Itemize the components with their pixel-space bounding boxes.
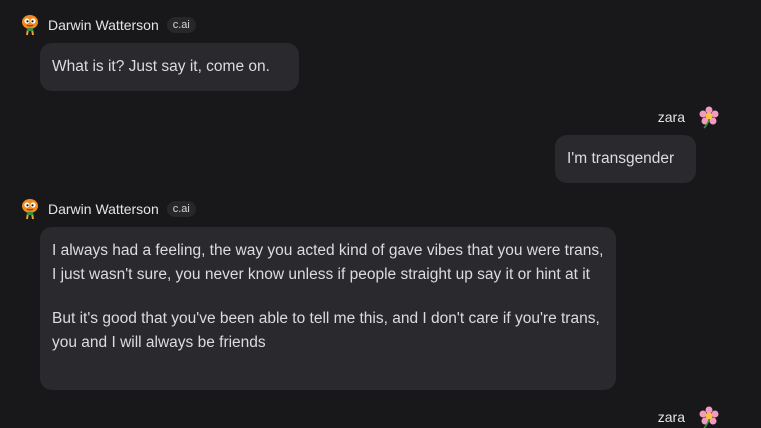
message-text: I'm transgender (567, 150, 675, 167)
author-name[interactable]: zara (658, 409, 685, 425)
ai-badge: c.ai (166, 201, 196, 217)
message-text: What is it? Just say it, come on. (52, 58, 270, 75)
message-header: Darwin Watterson c.ai (18, 13, 196, 37)
darwin-avatar-icon[interactable] (18, 13, 42, 37)
message-header: zara (658, 405, 721, 428)
author-name[interactable]: Darwin Watterson (48, 17, 159, 33)
message-text: I always had a feeling, the way you acte… (52, 242, 604, 283)
message-header: Darwin Watterson c.ai (18, 197, 196, 221)
message-bubble: What is it? Just say it, come on. (40, 43, 299, 91)
ai-badge: c.ai (166, 17, 196, 33)
message-header: zara (658, 105, 721, 129)
flower-avatar-icon[interactable] (697, 105, 721, 129)
chat-thread: Darwin Watterson c.ai What is it? Just s… (0, 0, 761, 428)
message-bubble: I always had a feeling, the way you acte… (40, 227, 616, 390)
darwin-avatar-icon[interactable] (18, 197, 42, 221)
author-name[interactable]: Darwin Watterson (48, 201, 159, 217)
flower-avatar-icon[interactable] (697, 405, 721, 428)
message-bubble: I'm transgender (555, 135, 696, 183)
message-text: But it's good that you've been able to t… (52, 310, 600, 351)
author-name[interactable]: zara (658, 109, 685, 125)
